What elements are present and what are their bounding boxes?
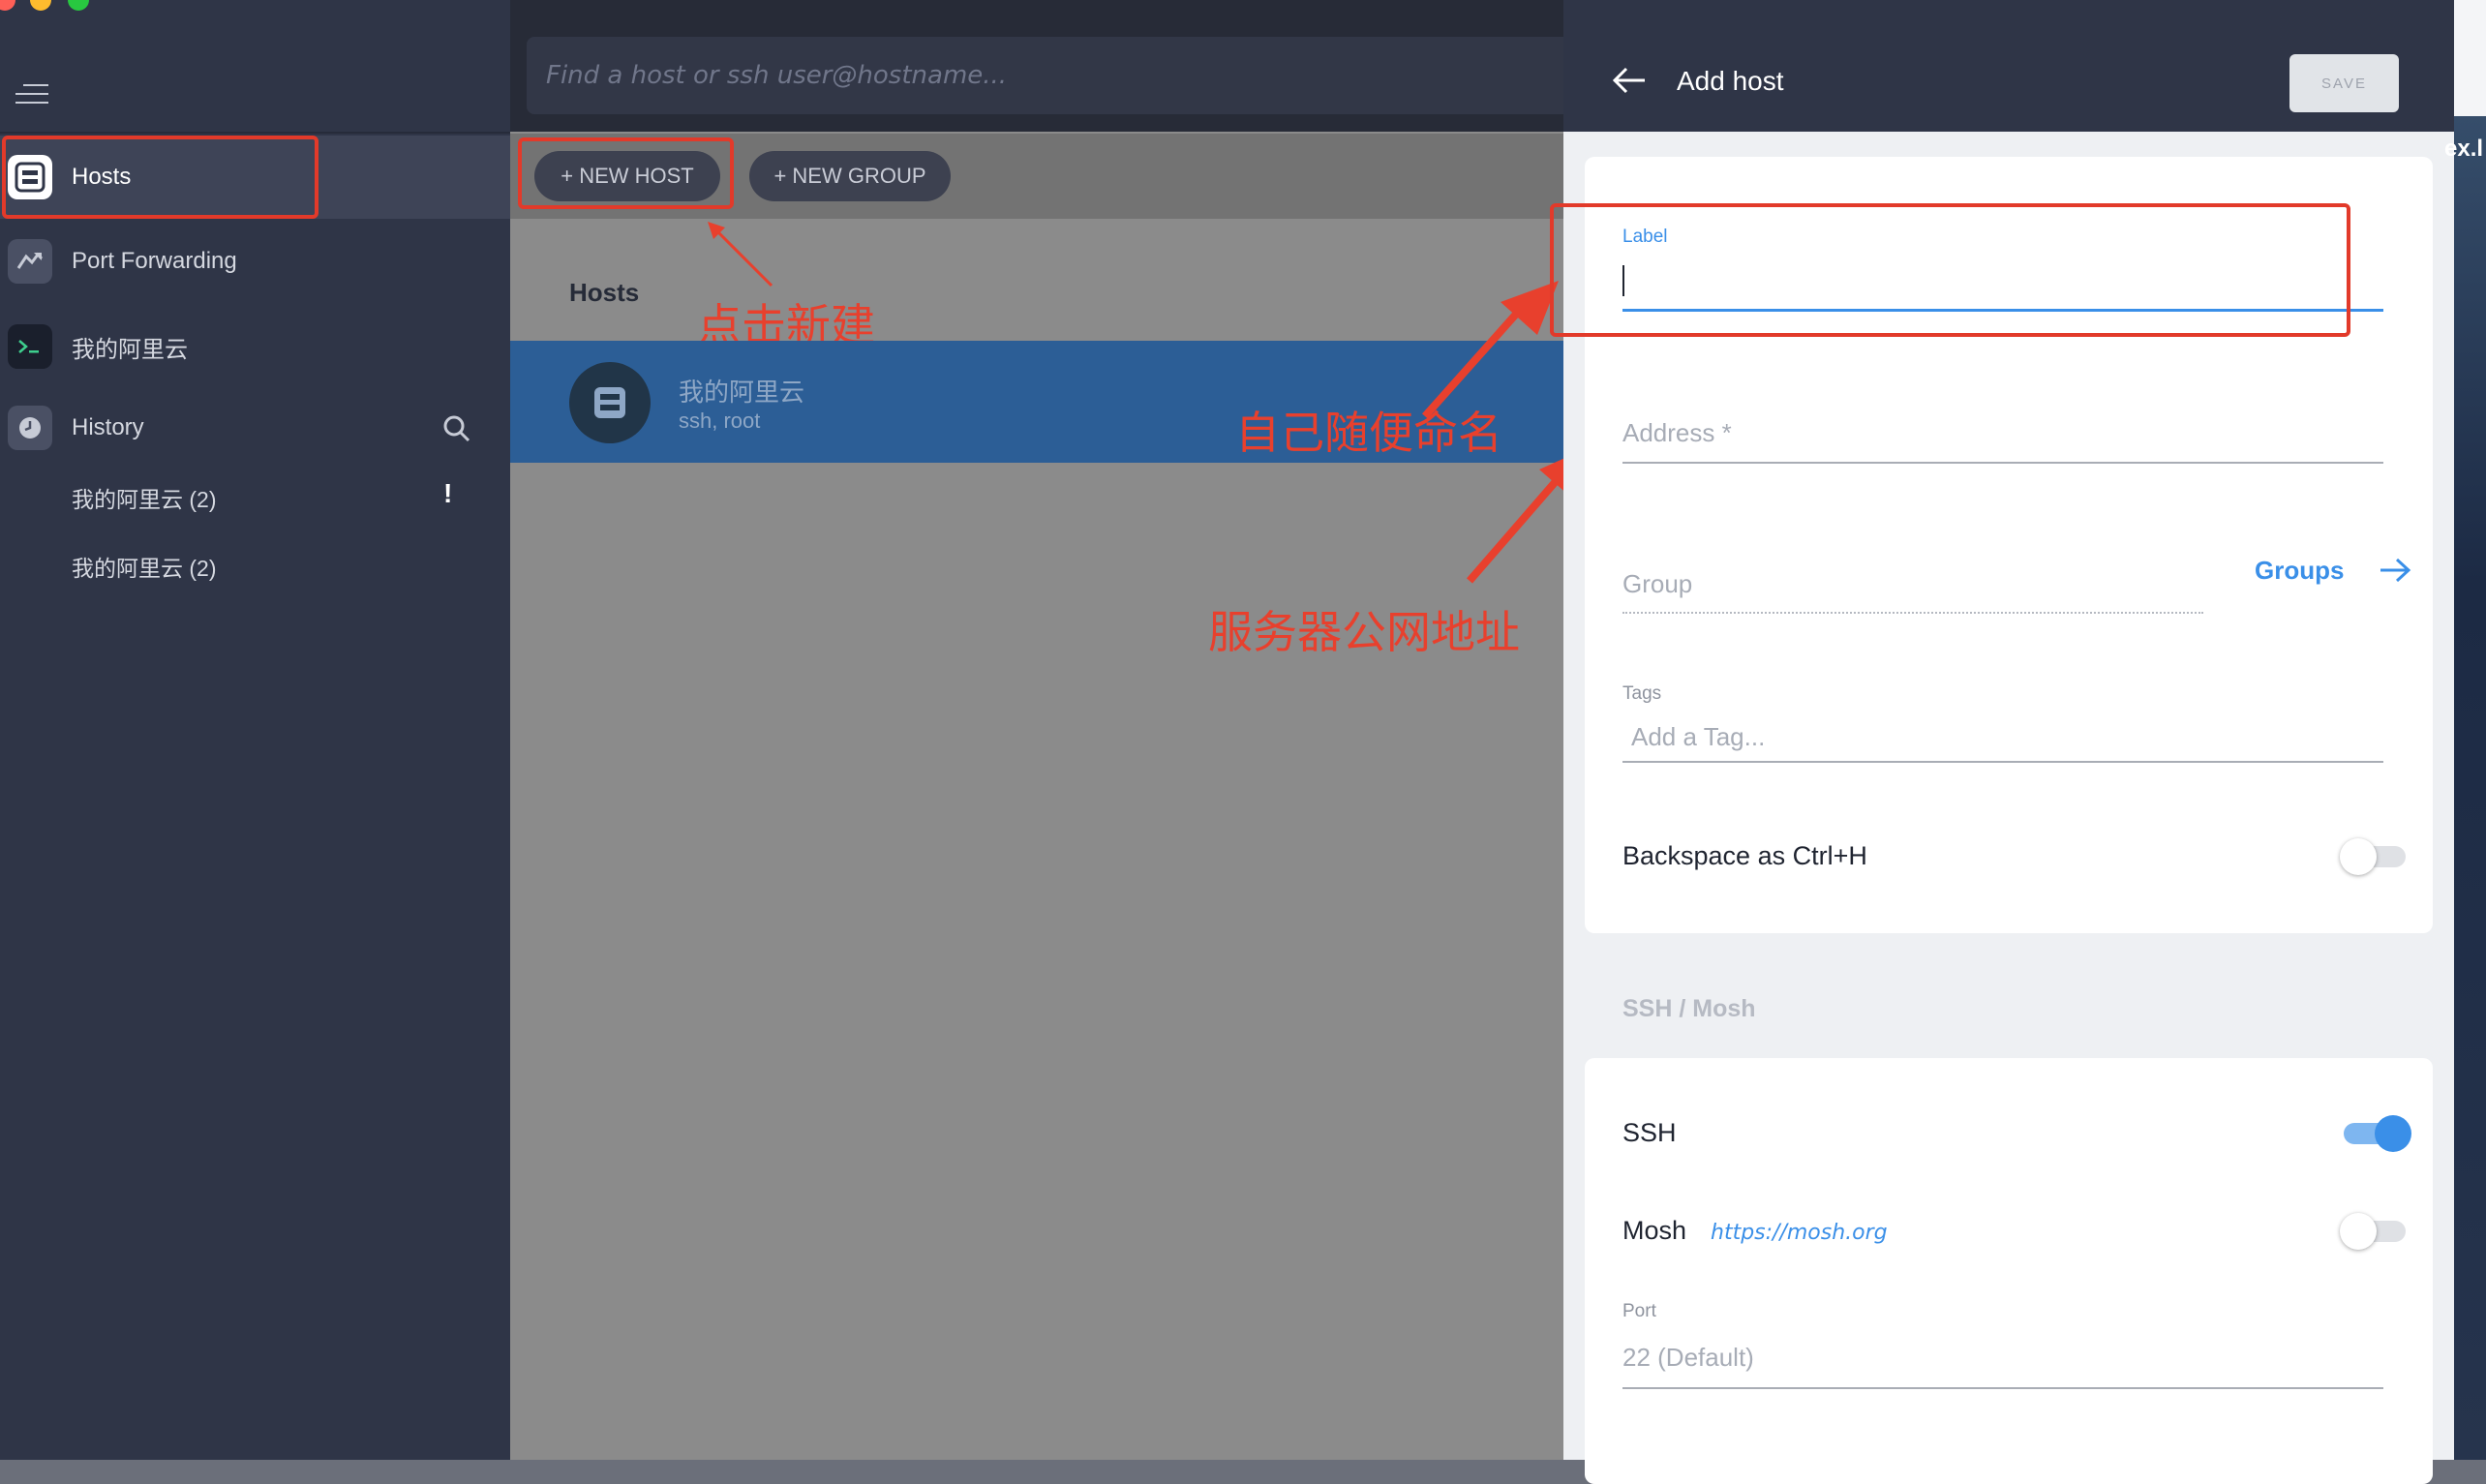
annotation-highlight-new-host <box>518 137 734 209</box>
sidebar-item-aliyun[interactable]: 我的阿里云 <box>0 322 510 371</box>
desktop-window-edge <box>2454 0 2486 116</box>
sidebar: Hosts Port Forwarding 我的阿里云 History 我的阿里… <box>0 0 510 1460</box>
ssh-mosh-header: SSH / Mosh <box>1622 995 1756 1022</box>
sidebar-item-label: 我的阿里云 <box>72 336 188 363</box>
save-button[interactable]: SAVE <box>2289 54 2399 112</box>
sidebar-item-port-forwarding[interactable]: Port Forwarding <box>0 237 510 286</box>
tags-placeholder[interactable]: Add a Tag... <box>1631 722 1765 752</box>
group-underline <box>1622 612 2203 614</box>
hosts-pane: + NEW HOST + NEW GROUP 点击新建 Hosts 我的阿里云 … <box>510 0 1563 1460</box>
panel-header: Add host SAVE <box>1563 0 2454 132</box>
group-placeholder[interactable]: Group <box>1622 569 1692 599</box>
port-label: Port <box>1622 1301 1656 1321</box>
address-underline <box>1622 462 2383 464</box>
host-name: 我的阿里云 <box>679 378 805 407</box>
backspace-toggle[interactable] <box>2340 834 2410 877</box>
sidebar-item-label: Port Forwarding <box>72 248 237 274</box>
new-group-button[interactable]: + NEW GROUP <box>749 151 951 201</box>
arrow-right-icon[interactable] <box>2379 557 2411 584</box>
ssh-card: SSH Mosh https://mosh.org Port 22 (Defau… <box>1585 1058 2433 1484</box>
ssh-label: SSH <box>1622 1118 1677 1147</box>
terminal-icon <box>8 324 52 369</box>
tags-label: Tags <box>1622 683 1662 704</box>
tags-underline <box>1622 761 2383 763</box>
minimize-window-button[interactable] <box>30 0 51 11</box>
search-input[interactable] <box>527 37 1563 114</box>
close-window-button[interactable] <box>0 0 15 11</box>
mosh-toggle[interactable] <box>2340 1209 2410 1252</box>
mosh-label: Mosh <box>1622 1216 1687 1245</box>
ssh-toggle[interactable] <box>2340 1111 2411 1154</box>
sidebar-item-label: History <box>72 414 144 440</box>
host-subtitle: ssh, root <box>679 409 761 433</box>
sidebar-divider <box>0 132 510 134</box>
desktop-background <box>2454 0 2486 1460</box>
port-placeholder[interactable]: 22 (Default) <box>1622 1343 1754 1373</box>
annotation-highlight-label <box>1550 203 2350 337</box>
annotation-highlight-hosts <box>2 136 318 219</box>
backspace-label: Backspace as Ctrl+H <box>1622 841 1867 870</box>
server-icon <box>569 362 651 443</box>
desktop-text: ex.l <box>2444 136 2484 162</box>
history-item[interactable]: 我的阿里云 (2) <box>72 550 217 583</box>
back-arrow-icon[interactable] <box>1612 66 1647 95</box>
sidebar-item-history[interactable]: History <box>0 404 510 452</box>
warning-badge: ! <box>443 478 453 508</box>
clock-icon <box>8 406 52 450</box>
groups-link[interactable]: Groups <box>2255 556 2344 586</box>
add-host-panel: Add host SAVE Label Address * Group Grou… <box>1550 0 2454 1484</box>
search-field[interactable] <box>527 37 1563 114</box>
port-underline <box>1622 1387 2383 1389</box>
port-forwarding-icon <box>8 239 52 284</box>
menu-icon[interactable] <box>15 84 48 110</box>
search-icon[interactable] <box>441 413 472 444</box>
address-input[interactable] <box>1622 410 2387 455</box>
history-item[interactable]: 我的阿里云 (2) <box>72 481 217 514</box>
search-bar-area <box>510 0 1563 132</box>
panel-title: Add host <box>1677 66 1784 96</box>
zoom-window-button[interactable] <box>68 0 89 11</box>
mosh-link[interactable]: https://mosh.org <box>1711 1221 1888 1245</box>
hosts-section-title: Hosts <box>569 278 640 307</box>
annotation-arrow <box>708 222 773 288</box>
